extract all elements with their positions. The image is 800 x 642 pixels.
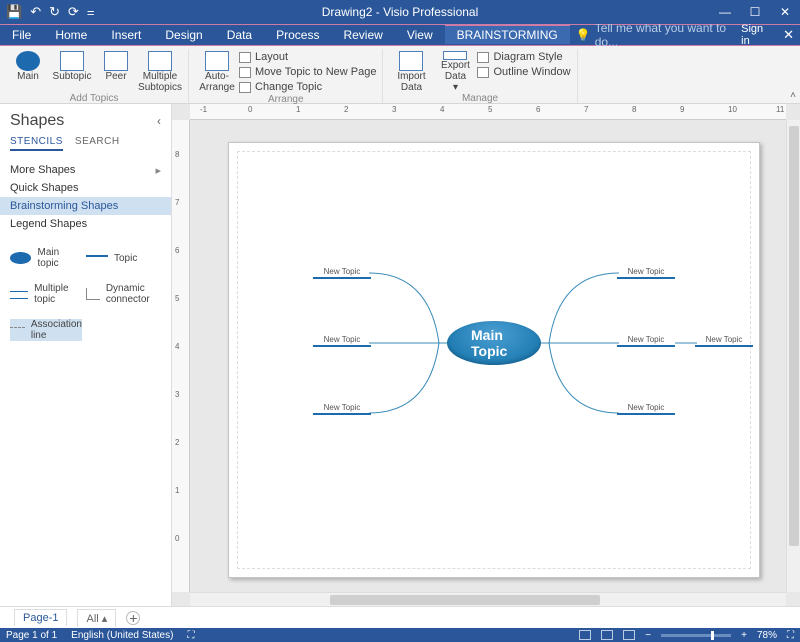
group-manage: ImportData ExportData▾ Diagram Style Out… [383, 49, 577, 103]
ribbon-close-icon[interactable]: ✕ [783, 27, 794, 43]
minimize-button[interactable]: — [710, 0, 740, 24]
status-language[interactable]: English (United States) [71, 630, 173, 641]
ruler-vertical: 876543210 [172, 120, 190, 592]
customize-qat-icon[interactable]: = [87, 5, 95, 20]
page-tab-all[interactable]: All ▴ [77, 609, 116, 627]
redo-icon[interactable]: ↻ [49, 4, 60, 20]
view-mode-icon-2[interactable] [623, 630, 635, 640]
more-shapes-row[interactable]: More Shapes ▸ [0, 161, 171, 179]
shape-topic[interactable]: Topic [86, 247, 158, 269]
style-icon [477, 52, 489, 63]
drawing-page[interactable]: Main Topic New Topic New Topic New Topic… [228, 142, 760, 578]
window-title: Drawing2 - Visio Professional [322, 5, 479, 19]
search-tab[interactable]: SEARCH [75, 136, 120, 151]
topic-shape[interactable]: New Topic [313, 335, 371, 347]
export-data-button[interactable]: ExportData▾ [433, 49, 477, 93]
title-bar: 💾 ↶ ↻ ⟳ = Drawing2 - Visio Professional … [0, 0, 800, 24]
add-page-button[interactable]: + [126, 611, 140, 625]
ribbon-toolbar: Main Subtopic Peer MultipleSubtopics Add… [0, 46, 800, 104]
tab-insert[interactable]: Insert [99, 25, 153, 45]
move-topic-button[interactable]: Move Topic to New Page [239, 65, 376, 79]
zoom-in-icon[interactable]: + [741, 630, 747, 641]
outline-icon [477, 67, 489, 78]
page-tabs: Page-1 All ▴ + [0, 606, 800, 628]
page-tab-1[interactable]: Page-1 [14, 609, 67, 626]
layout-button[interactable]: Layout [239, 50, 376, 64]
group-arrange: Auto-Arrange Layout Move Topic to New Pa… [189, 49, 383, 103]
brainstorming-shapes-row[interactable]: Brainstorming Shapes [0, 197, 171, 215]
shape-multiple-topic[interactable]: Multiple topic [10, 283, 82, 305]
topic-shape[interactable]: New Topic [617, 267, 675, 279]
shape-main-topic[interactable]: Main topic [10, 247, 82, 269]
horizontal-scrollbar[interactable] [190, 592, 786, 606]
topic-shape[interactable]: New Topic [313, 403, 371, 415]
peer-button[interactable]: Peer [94, 49, 138, 93]
canvas[interactable]: Main Topic New Topic New Topic New Topic… [190, 120, 786, 592]
import-data-button[interactable]: ImportData [389, 49, 433, 93]
tell-me-input[interactable]: 💡 Tell me what you want to do... [576, 25, 741, 45]
zoom-slider[interactable] [661, 634, 731, 637]
panel-collapse-icon[interactable]: ‹ [157, 114, 161, 128]
tab-data[interactable]: Data [215, 25, 264, 45]
ruler-horizontal: -101234567891011 [190, 104, 786, 120]
ribbon-collapse-icon[interactable]: ˄ [790, 90, 796, 101]
main-topic-shape[interactable]: Main Topic [447, 321, 541, 365]
topic-shape[interactable]: New Topic [617, 335, 675, 347]
canvas-area: -101234567891011 876543210 Main Topic Ne… [172, 104, 800, 606]
save-icon[interactable]: 💾 [6, 4, 22, 20]
layout-icon [239, 52, 251, 63]
tab-file[interactable]: File [0, 25, 43, 45]
zoom-value[interactable]: 78% [757, 630, 777, 641]
status-bar: Page 1 of 1 English (United States) ⛶ − … [0, 628, 800, 642]
quick-access-toolbar: 💾 ↶ ↻ ⟳ = [6, 4, 95, 20]
multiple-subtopics-button[interactable]: MultipleSubtopics [138, 49, 182, 93]
vertical-scrollbar[interactable] [786, 120, 800, 592]
group-add-topics: Main Subtopic Peer MultipleSubtopics Add… [0, 49, 189, 103]
status-page: Page 1 of 1 [6, 630, 57, 641]
outline-window-button[interactable]: Outline Window [477, 65, 570, 79]
quick-shapes-row[interactable]: Quick Shapes [0, 179, 171, 197]
tab-review[interactable]: Review [331, 25, 394, 45]
shape-dynamic-connector[interactable]: Dynamic connector [86, 283, 158, 305]
tab-process[interactable]: Process [264, 25, 331, 45]
topic-shape[interactable]: New Topic [313, 267, 371, 279]
zoom-out-icon[interactable]: − [645, 630, 651, 641]
tab-design[interactable]: Design [153, 25, 214, 45]
ribbon-tabs: File Home Insert Design Data Process Rev… [0, 24, 800, 46]
change-topic-button[interactable]: Change Topic [239, 80, 376, 94]
stencils-tab[interactable]: STENCILS [10, 136, 63, 151]
topic-shape[interactable]: New Topic [617, 403, 675, 415]
view-mode-icon[interactable] [601, 630, 613, 640]
move-icon [239, 67, 251, 78]
tab-view[interactable]: View [395, 25, 445, 45]
auto-arrange-button[interactable]: Auto-Arrange [195, 49, 239, 93]
shapes-title: Shapes‹ [10, 112, 161, 130]
undo-icon[interactable]: ↶ [30, 4, 41, 20]
macro-icon[interactable]: ⛶ [187, 630, 194, 641]
subtopic-button[interactable]: Subtopic [50, 49, 94, 93]
fit-page-icon[interactable]: ⛶ [787, 630, 794, 641]
change-icon [239, 82, 251, 93]
tab-brainstorming[interactable]: BRAINSTORMING [445, 25, 570, 45]
close-button[interactable]: ✕ [770, 0, 800, 24]
window-controls: — ☐ ✕ [710, 0, 800, 24]
legend-shapes-row[interactable]: Legend Shapes [0, 215, 171, 233]
tab-home[interactable]: Home [43, 25, 99, 45]
group-label: Add Topics [70, 93, 119, 105]
topic-shape[interactable]: New Topic [695, 335, 753, 347]
sync-icon[interactable]: ⟳ [68, 4, 79, 20]
shapes-panel: Shapes‹ STENCILS SEARCH More Shapes ▸ Qu… [0, 104, 172, 606]
signin-link[interactable]: Sign in [741, 23, 771, 47]
main-topic-button[interactable]: Main [6, 49, 50, 93]
presentation-mode-icon[interactable] [579, 630, 591, 640]
shape-association-line[interactable]: Association line [10, 319, 82, 341]
shapes-palette: Main topic Topic Multiple topic Dynamic … [0, 239, 171, 349]
diagram-style-button[interactable]: Diagram Style [477, 50, 570, 64]
maximize-button[interactable]: ☐ [740, 0, 770, 24]
